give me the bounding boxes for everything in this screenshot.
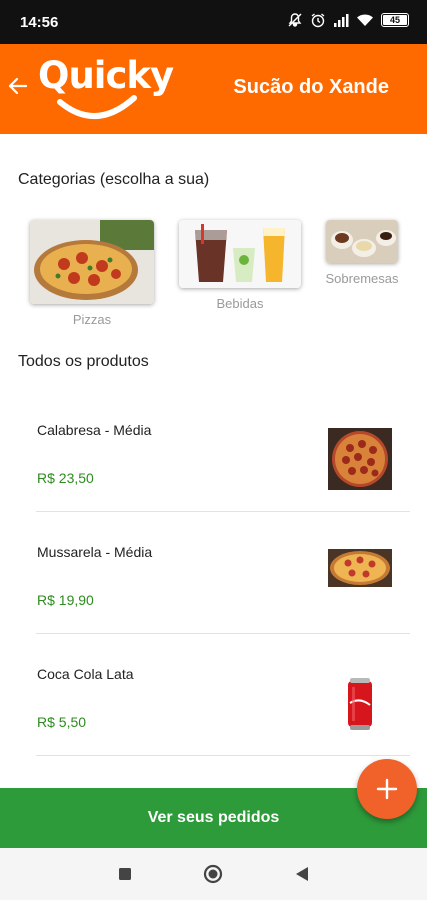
status-icons: 45 — [287, 12, 409, 28]
product-name: Mussarela - Média — [37, 544, 153, 560]
product-item[interactable]: Calabresa - Média R$ 23,50 — [36, 390, 410, 512]
product-price: R$ 5,50 — [37, 714, 87, 730]
plus-icon — [376, 778, 398, 800]
alarm-icon — [311, 13, 325, 28]
status-time: 14:56 — [20, 14, 59, 31]
coke-can-image — [348, 678, 372, 730]
home-circle-icon[interactable] — [203, 864, 223, 884]
back-triangle-icon[interactable] — [295, 866, 309, 882]
app-bar: Quicky Sucão do Xande — [0, 44, 427, 134]
mute-icon — [288, 13, 302, 27]
products-title: Todos os produtos — [18, 353, 149, 370]
add-fab-button[interactable] — [357, 759, 417, 819]
product-price: R$ 19,90 — [37, 592, 94, 608]
drinks-image — [179, 220, 301, 288]
category-sobremesas[interactable]: Sobremesas — [320, 220, 404, 286]
recents-square-icon[interactable] — [118, 867, 132, 881]
product-item[interactable]: Coca Cola Lata R$ 5,50 — [36, 634, 410, 756]
signal-icon — [334, 14, 349, 27]
pizza-image — [30, 220, 154, 304]
product-name: Coca Cola Lata — [37, 666, 134, 682]
category-pizzas[interactable]: Pizzas — [30, 220, 154, 327]
product-price: R$ 23,50 — [37, 470, 94, 486]
back-arrow-icon[interactable] — [6, 74, 30, 98]
desserts-image — [326, 220, 398, 263]
system-nav-bar — [0, 848, 427, 900]
category-label: Bebidas — [216, 296, 264, 311]
battery-icon: 45 — [381, 13, 409, 27]
category-label: Sobremesas — [325, 271, 399, 286]
status-bar: 14:56 45 — [0, 0, 427, 44]
mozzarella-pizza-image — [328, 549, 392, 587]
store-name: Sucão do Xande — [233, 76, 389, 98]
product-item[interactable]: Mussarela - Média R$ 19,90 — [36, 512, 410, 634]
quicky-logo: Quicky — [38, 54, 174, 124]
categories-title: Categorias (escolha a sua) — [18, 171, 210, 188]
battery-level: 45 — [389, 15, 400, 25]
product-name: Calabresa - Média — [37, 422, 152, 438]
category-label: Pizzas — [72, 312, 112, 327]
smile-icon — [57, 95, 137, 119]
pepperoni-pizza-image — [328, 428, 392, 490]
wifi-icon — [357, 14, 373, 26]
category-bebidas[interactable]: Bebidas — [179, 220, 301, 311]
